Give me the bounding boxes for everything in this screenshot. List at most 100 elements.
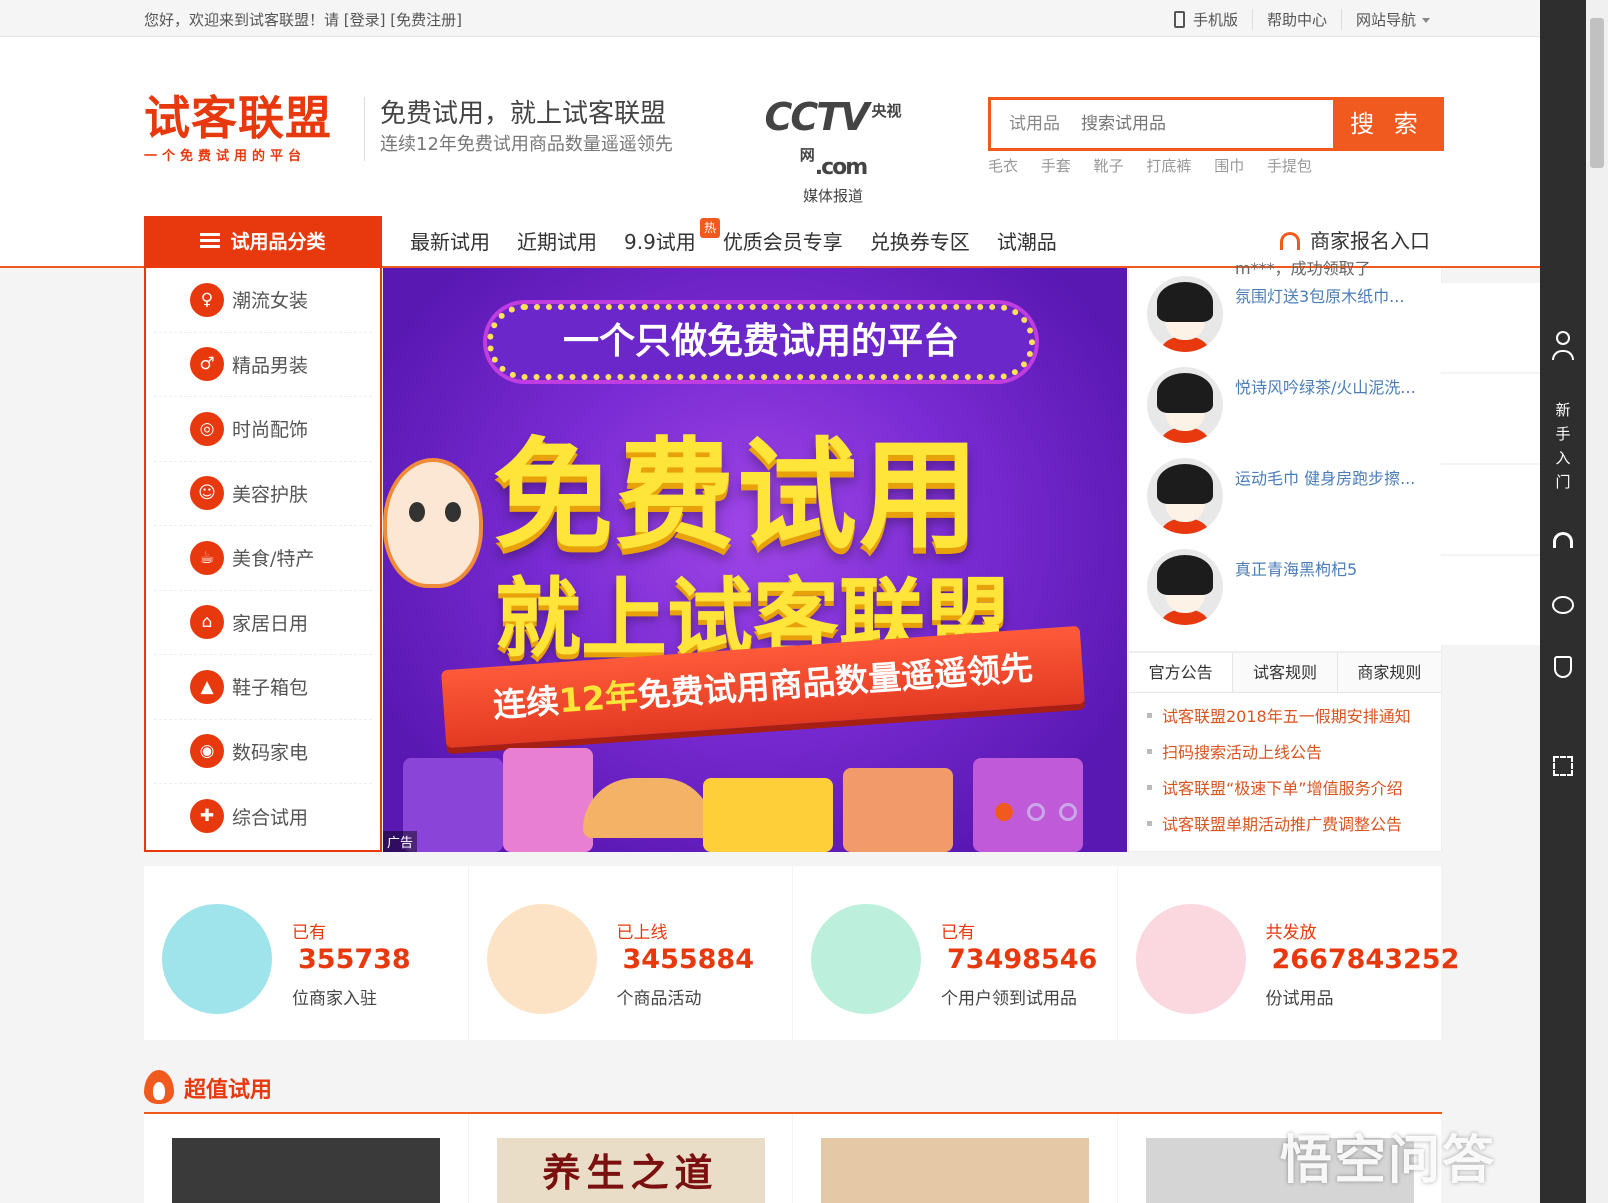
carousel-dot[interactable]: [995, 803, 1013, 821]
welcome-text[interactable]: 您好，欢迎来到试客联盟！请 [登录] [免费注册]: [144, 9, 462, 30]
watermark: 悟空问答: [1280, 1131, 1497, 1191]
notice-list: 试客联盟2018年五一假期安排通知 扫码搜索活动上线公告 试客联盟“极速下单”增…: [1129, 693, 1441, 843]
hot-word[interactable]: 围巾: [1214, 157, 1244, 175]
scrollbar-thumb[interactable]: [1590, 18, 1604, 168]
nav-link[interactable]: 近期试用: [517, 216, 597, 268]
winner-product-link[interactable]: 真正青海黑枸杞5: [1235, 556, 1559, 645]
site-nav-link[interactable]: 网站导航: [1341, 9, 1444, 30]
notice-item[interactable]: 扫码搜索活动上线公告: [1147, 735, 1441, 771]
gift-icon: ✚: [190, 799, 224, 834]
nav-links: 最新试用 近期试用 9.9试用 优质会员专享 兑换券专区 试潮品: [410, 216, 1084, 268]
stat-number: 3455884: [622, 944, 755, 975]
shirt-icon: ♂: [190, 347, 224, 382]
stat-suffix: 个商品活动: [616, 989, 702, 1009]
carousel-dot[interactable]: [1059, 803, 1077, 821]
nav-link[interactable]: 试潮品: [997, 216, 1057, 268]
category-item[interactable]: ✚ 综合试用: [154, 784, 372, 849]
camera-icon: ◉: [190, 734, 224, 769]
carousel-dots: [995, 803, 1091, 821]
hot-word[interactable]: 手提包: [1267, 157, 1312, 175]
chat-icon[interactable]: [1540, 596, 1586, 618]
stat-number: 355738: [298, 944, 411, 975]
top-bar: 您好，欢迎来到试客联盟！请 [登录] [免费注册] 手机版 帮助中心 网站导航: [0, 0, 1540, 37]
category-label: 时尚配饰: [232, 419, 309, 442]
stat-card: 已有 355738 位商家入驻: [144, 866, 468, 1040]
site-logo[interactable]: 试客联盟 一个免费试用的平台: [144, 93, 349, 164]
shield-icon[interactable]: [1540, 656, 1586, 682]
category-item[interactable]: ☕ 美食/特产: [154, 526, 372, 591]
gift-image: [703, 778, 833, 852]
qr-code-icon[interactable]: [1540, 756, 1586, 780]
avatar: [1147, 457, 1223, 534]
category-item[interactable]: ☺ 美容护肤: [154, 462, 372, 526]
category-item[interactable]: ◎ 时尚配饰: [154, 397, 372, 462]
nav-link[interactable]: 9.9试用: [624, 216, 696, 268]
shoe-icon: ▲: [190, 669, 224, 704]
product-card[interactable]: [793, 1114, 1117, 1203]
stat-prefix: 已有: [941, 923, 975, 943]
right-toolbar: 新手入门: [1540, 0, 1586, 1203]
avatar: [1147, 548, 1223, 625]
category-item[interactable]: ⌂ 家居日用: [154, 591, 372, 655]
winner-product-link[interactable]: 悦诗风吟绿茶/火山泥洗...: [1235, 374, 1559, 463]
category-menu-button[interactable]: 试用品分类: [144, 216, 382, 268]
hot-word[interactable]: 打底裤: [1146, 157, 1191, 175]
hot-word[interactable]: 手套: [1041, 157, 1071, 175]
category-item[interactable]: ♀ 潮流女装: [154, 268, 372, 333]
stat-number: 2667843252: [1271, 944, 1460, 975]
banner-products-art: [383, 738, 1127, 852]
product-image[interactable]: [821, 1138, 1089, 1203]
nav-link[interactable]: 兑换券专区: [870, 216, 970, 268]
winner-product-link[interactable]: 运动毛巾 健身房跑步擦...: [1235, 465, 1559, 554]
carousel-dot[interactable]: [1027, 803, 1045, 821]
category-item[interactable]: ◉ 数码家电: [154, 720, 372, 784]
category-list: ♀ 潮流女装 ♂ 精品男装 ◎ 时尚配饰 ☺ 美容护肤 ☕ 美食/特产 ⌂ 家居日用 ▲ 鞋子箱包 ◉ 数码家…: [144, 268, 382, 852]
ad-label: 广告: [383, 831, 418, 852]
mobile-link[interactable]: 手机版: [1160, 9, 1252, 30]
chevron-down-icon: [1422, 18, 1431, 23]
notice-panel: 官方公告 试客规则 商家规则 试客联盟2018年五一假期安排通知 扫码搜索活动上…: [1128, 652, 1442, 852]
help-link[interactable]: 帮助中心: [1252, 9, 1341, 30]
newbie-char: 入: [1555, 449, 1571, 467]
product-image[interactable]: [172, 1138, 440, 1203]
avatar: [1147, 366, 1223, 443]
newbie-char: 新: [1555, 401, 1571, 419]
search-box: 试用品 搜 索: [988, 97, 1444, 151]
hero-banner[interactable]: 一个只做免费试用的平台 免费试用 就上试客联盟 连续12年免费试用商品数量遥遥领…: [383, 268, 1127, 852]
product-row: 养生之道: [144, 1114, 1442, 1203]
category-item[interactable]: ▲ 鞋子箱包: [154, 655, 372, 720]
cctv-logo: CCTV 央视网.com: [764, 95, 902, 180]
search-button[interactable]: 搜 索: [1333, 100, 1441, 148]
tab-official[interactable]: 官方公告: [1129, 653, 1233, 692]
winner-product-link[interactable]: 氛围灯送3包原木纸巾...: [1235, 283, 1559, 372]
media-report[interactable]: CCTV 央视网.com 媒体报道: [748, 95, 918, 206]
search-category[interactable]: 试用品: [991, 100, 1081, 148]
search-input[interactable]: [1081, 100, 1333, 148]
newbie-guide-button[interactable]: 新手入门: [1540, 398, 1586, 494]
tab-tryer-rules[interactable]: 试客规则: [1232, 653, 1337, 692]
product-image[interactable]: 养生之道: [496, 1138, 765, 1203]
winner-item: 妞***，成功领取了运动毛巾 健身房跑步擦...: [1129, 441, 1559, 554]
bag-image: [843, 768, 953, 852]
face-icon: ☺: [190, 476, 224, 511]
category-label: 数码家电: [232, 741, 309, 764]
tab-merchant-rules[interactable]: 商家规则: [1336, 653, 1441, 692]
nav-link[interactable]: 最新试用: [410, 216, 490, 268]
phone-icon: [1174, 11, 1185, 28]
product-card[interactable]: [144, 1114, 468, 1203]
product-card[interactable]: 养生之道: [468, 1114, 792, 1203]
headset-icon: [1280, 232, 1300, 250]
notice-item[interactable]: 试客联盟“极速下单”增值服务介绍: [1147, 771, 1441, 807]
section-header: 超值试用: [144, 1066, 1442, 1114]
nav-link[interactable]: 优质会员专享: [723, 216, 843, 268]
category-item[interactable]: ♂ 精品男装: [154, 333, 372, 397]
hot-word[interactable]: 靴子: [1094, 157, 1124, 175]
hot-word[interactable]: 毛衣: [988, 157, 1018, 175]
notice-item[interactable]: 试客联盟2018年五一假期安排通知: [1147, 699, 1441, 735]
scrollbar[interactable]: [1586, 0, 1608, 1203]
notice-item[interactable]: 试客联盟单期活动推广费调整公告: [1147, 807, 1441, 843]
newbie-char: 门: [1555, 473, 1571, 491]
user-icon[interactable]: [1540, 330, 1586, 360]
section-title: 超值试用: [184, 1078, 273, 1103]
headset-icon[interactable]: [1540, 532, 1586, 552]
